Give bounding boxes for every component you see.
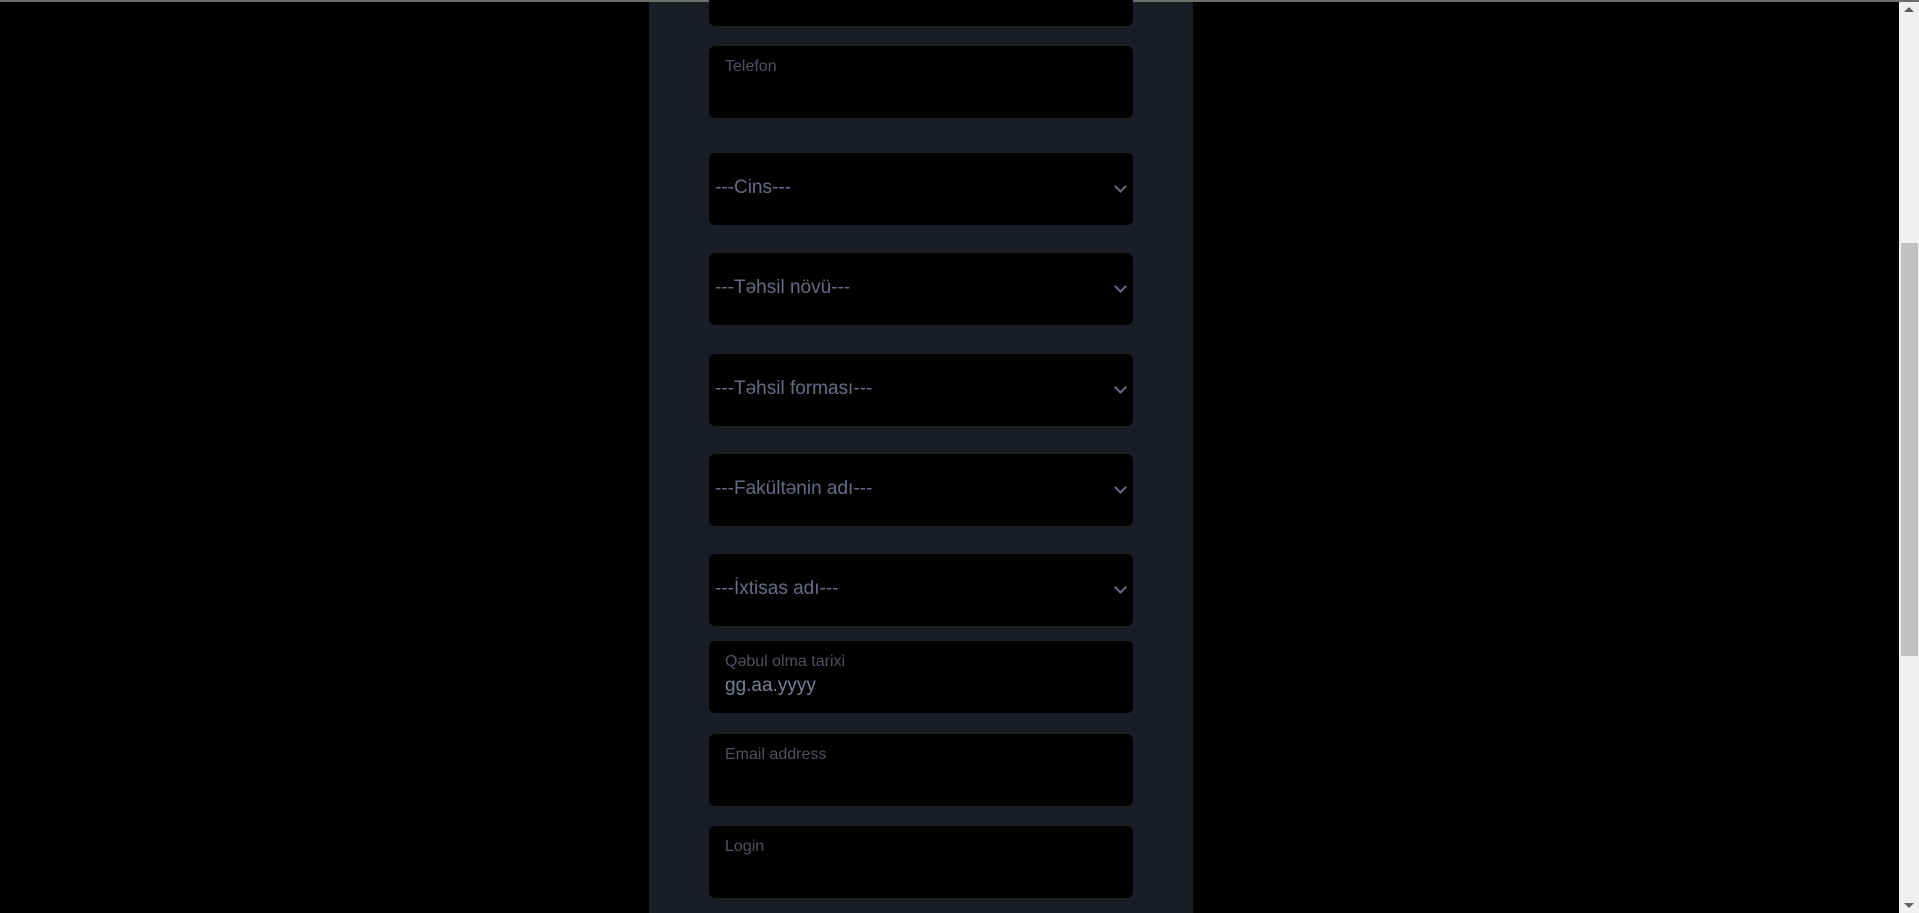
telefon-label: Telefon: [725, 58, 777, 75]
scroll-up-arrow-icon[interactable]: [1904, 7, 1914, 12]
gender-select[interactable]: ---Cins---: [709, 153, 1133, 225]
admission-date-field[interactable]: Qəbul olma tarixi gg.aa.yyyy: [709, 641, 1133, 713]
login-label: Login: [725, 838, 765, 855]
scrollbar-thumb[interactable]: [1901, 243, 1918, 656]
education-form-select[interactable]: ---Təhsil forması---: [709, 354, 1133, 426]
email-field[interactable]: Email address: [709, 734, 1133, 806]
admission-date-value: gg.aa.yyyy: [725, 675, 816, 696]
chevron-down-icon: [1114, 180, 1127, 193]
gender-select-value: ---Cins---: [715, 177, 791, 198]
telefon-field[interactable]: Telefon: [709, 46, 1133, 118]
previous-field[interactable]: [709, 0, 1133, 26]
specialty-select-value: ---İxtisas adı---: [715, 578, 839, 599]
faculty-select-value: ---Fakültənin adı---: [715, 478, 873, 499]
chevron-down-icon: [1114, 280, 1127, 293]
admission-date-label: Qəbul olma tarixi: [725, 653, 846, 670]
education-type-select-value: ---Təhsil növü---: [715, 277, 851, 298]
vertical-scrollbar[interactable]: [1899, 2, 1919, 913]
email-label: Email address: [725, 746, 827, 763]
chevron-down-icon: [1114, 481, 1127, 494]
education-form-select-value: ---Təhsil forması---: [715, 378, 873, 399]
scroll-down-arrow-icon[interactable]: [1904, 903, 1914, 908]
login-field[interactable]: Login: [709, 826, 1133, 898]
specialty-select[interactable]: ---İxtisas adı---: [709, 554, 1133, 626]
chevron-down-icon: [1114, 381, 1127, 394]
education-type-select[interactable]: ---Təhsil növü---: [709, 253, 1133, 325]
faculty-select[interactable]: ---Fakültənin adı---: [709, 454, 1133, 526]
chevron-down-icon: [1114, 581, 1127, 594]
